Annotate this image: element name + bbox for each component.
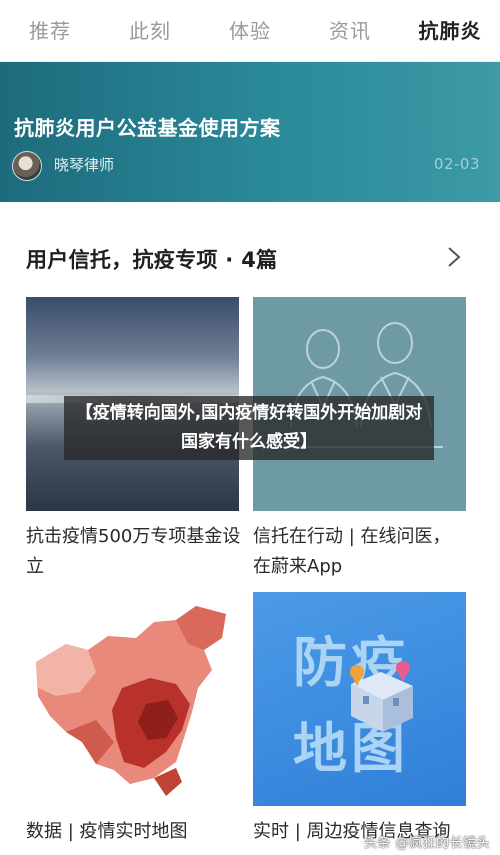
tab-experience[interactable]: 体验 [200,0,300,62]
headline-text: 【疫情转向国外,国内疫情好转国外开始加剧对国家有什么感受】 [75,403,423,452]
tab-now[interactable]: 此刻 [100,0,200,62]
china-map-icon [36,606,226,796]
featured-article-banner[interactable]: — ·· — 抗肺炎用户公益基金使用方案 [0,62,500,202]
author-avatar [12,151,42,181]
watermark: 头条 @疯狂的长镜头 [363,836,490,851]
card-image-epidemic-map[interactable] [26,592,239,806]
tab-news[interactable]: 资讯 [300,0,400,62]
card-caption-epidemic-map[interactable]: 数据 | 疫情实时地图 [26,817,241,847]
top-tab-bar: 推荐 此刻 体验 资讯 抗肺炎 [0,0,500,62]
card-image-prevention-map[interactable]: 防疫 地图 [253,592,466,806]
chevron-right-icon[interactable] [443,245,465,269]
card-caption-fund[interactable]: 抗击疫情500万专项基金设立 [26,522,241,582]
tab-anti-pneumonia[interactable]: 抗肺炎 [400,0,500,62]
article-date: 02-03 [433,155,480,173]
section-title[interactable]: 用户信托，抗疫专项 · 4篇 [26,244,277,274]
author-name[interactable]: 晓琴律师 [54,154,114,175]
headline-overlay: 【疫情转向国外,国内疫情好转国外开始加剧对国家有什么感受】 [64,396,434,460]
building-location-icon [350,661,413,732]
banner-scrolled-text: — ·· — [140,62,199,69]
tab-recommend[interactable]: 推荐 [0,0,100,62]
banner-title: 抗肺炎用户公益基金使用方案 [14,116,281,140]
card-caption-online-doctor[interactable]: 信托在行动 | 在线问医，在蔚来App [253,522,468,582]
